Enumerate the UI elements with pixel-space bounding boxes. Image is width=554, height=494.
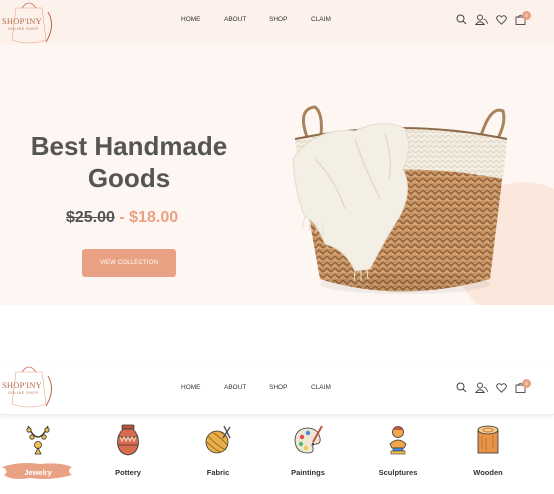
hero-title-line2: Goods bbox=[87, 163, 171, 193]
category-paintings[interactable]: Paintings bbox=[273, 424, 343, 484]
top-header: SHOP'INY ONLINE SHOP HOME ABOUT SHOP CLA… bbox=[0, 0, 554, 44]
nav-shop[interactable]: SHOP bbox=[269, 16, 287, 23]
sale-price: $18.00 bbox=[129, 209, 179, 226]
brand-name: SHOP'INY bbox=[2, 380, 42, 390]
search-icon[interactable] bbox=[456, 382, 467, 393]
cart-count-badge: 0 bbox=[522, 379, 531, 388]
category-label: Jewelry bbox=[24, 468, 52, 477]
nav-about[interactable]: ABOUT bbox=[224, 16, 246, 23]
nav-shop[interactable]: SHOP bbox=[269, 384, 287, 391]
palette-icon bbox=[294, 425, 323, 454]
vase-icon bbox=[117, 424, 139, 456]
brand-logo-sticky[interactable]: SHOP'INY ONLINE SHOP bbox=[0, 364, 60, 408]
category-label: Pottery bbox=[115, 468, 141, 477]
search-icon[interactable] bbox=[456, 14, 467, 25]
view-collection-button[interactable]: VIEW COLLECTION bbox=[82, 249, 176, 277]
brand-name: SHOP'INY bbox=[2, 16, 42, 26]
category-fabric[interactable]: Fabric bbox=[183, 424, 253, 484]
category-label: Wooden bbox=[473, 468, 503, 477]
sticky-header: SHOP'INY ONLINE SHOP HOME ABOUT SHOP CLA… bbox=[0, 362, 554, 415]
category-sculptures[interactable]: Sculptures bbox=[363, 424, 433, 484]
old-price: $25.00 bbox=[66, 209, 115, 226]
cart-count-badge: 0 bbox=[522, 11, 531, 20]
category-wooden[interactable]: Wooden bbox=[453, 424, 523, 484]
log-icon bbox=[477, 425, 499, 454]
category-label: Paintings bbox=[291, 468, 325, 477]
heart-icon[interactable] bbox=[496, 383, 507, 393]
heart-icon[interactable] bbox=[496, 15, 507, 25]
category-jewelry[interactable]: Jewelry bbox=[3, 424, 73, 484]
hero-section: Best Handmade Goods $25.00 - $18.00 VIEW… bbox=[0, 44, 554, 305]
nav-home[interactable]: HOME bbox=[181, 16, 201, 23]
nav-claim[interactable]: CLAIM bbox=[311, 384, 331, 391]
nav-claim[interactable]: CLAIM bbox=[311, 16, 331, 23]
user-icon[interactable] bbox=[475, 14, 488, 25]
hero-price: $25.00 - $18.00 bbox=[66, 209, 178, 227]
hero-title: Best Handmade Goods bbox=[14, 130, 244, 194]
category-label: Sculptures bbox=[378, 468, 418, 477]
brand-tagline: ONLINE SHOP bbox=[8, 27, 39, 31]
user-icon[interactable] bbox=[475, 382, 488, 393]
bust-icon bbox=[389, 426, 407, 455]
nav-about[interactable]: ABOUT bbox=[224, 384, 246, 391]
yarn-icon bbox=[205, 425, 231, 454]
necklace-icon bbox=[26, 425, 50, 455]
category-pottery[interactable]: Pottery bbox=[93, 424, 163, 484]
price-separator: - bbox=[119, 209, 125, 226]
basket-image bbox=[292, 105, 508, 294]
nav-home[interactable]: HOME bbox=[181, 384, 201, 391]
brand-logo[interactable]: SHOP'INY ONLINE SHOP bbox=[0, 0, 60, 44]
brand-tagline: ONLINE SHOP bbox=[8, 391, 39, 395]
category-label: Fabric bbox=[206, 468, 230, 477]
hero-title-line1: Best Handmade bbox=[30, 131, 228, 161]
